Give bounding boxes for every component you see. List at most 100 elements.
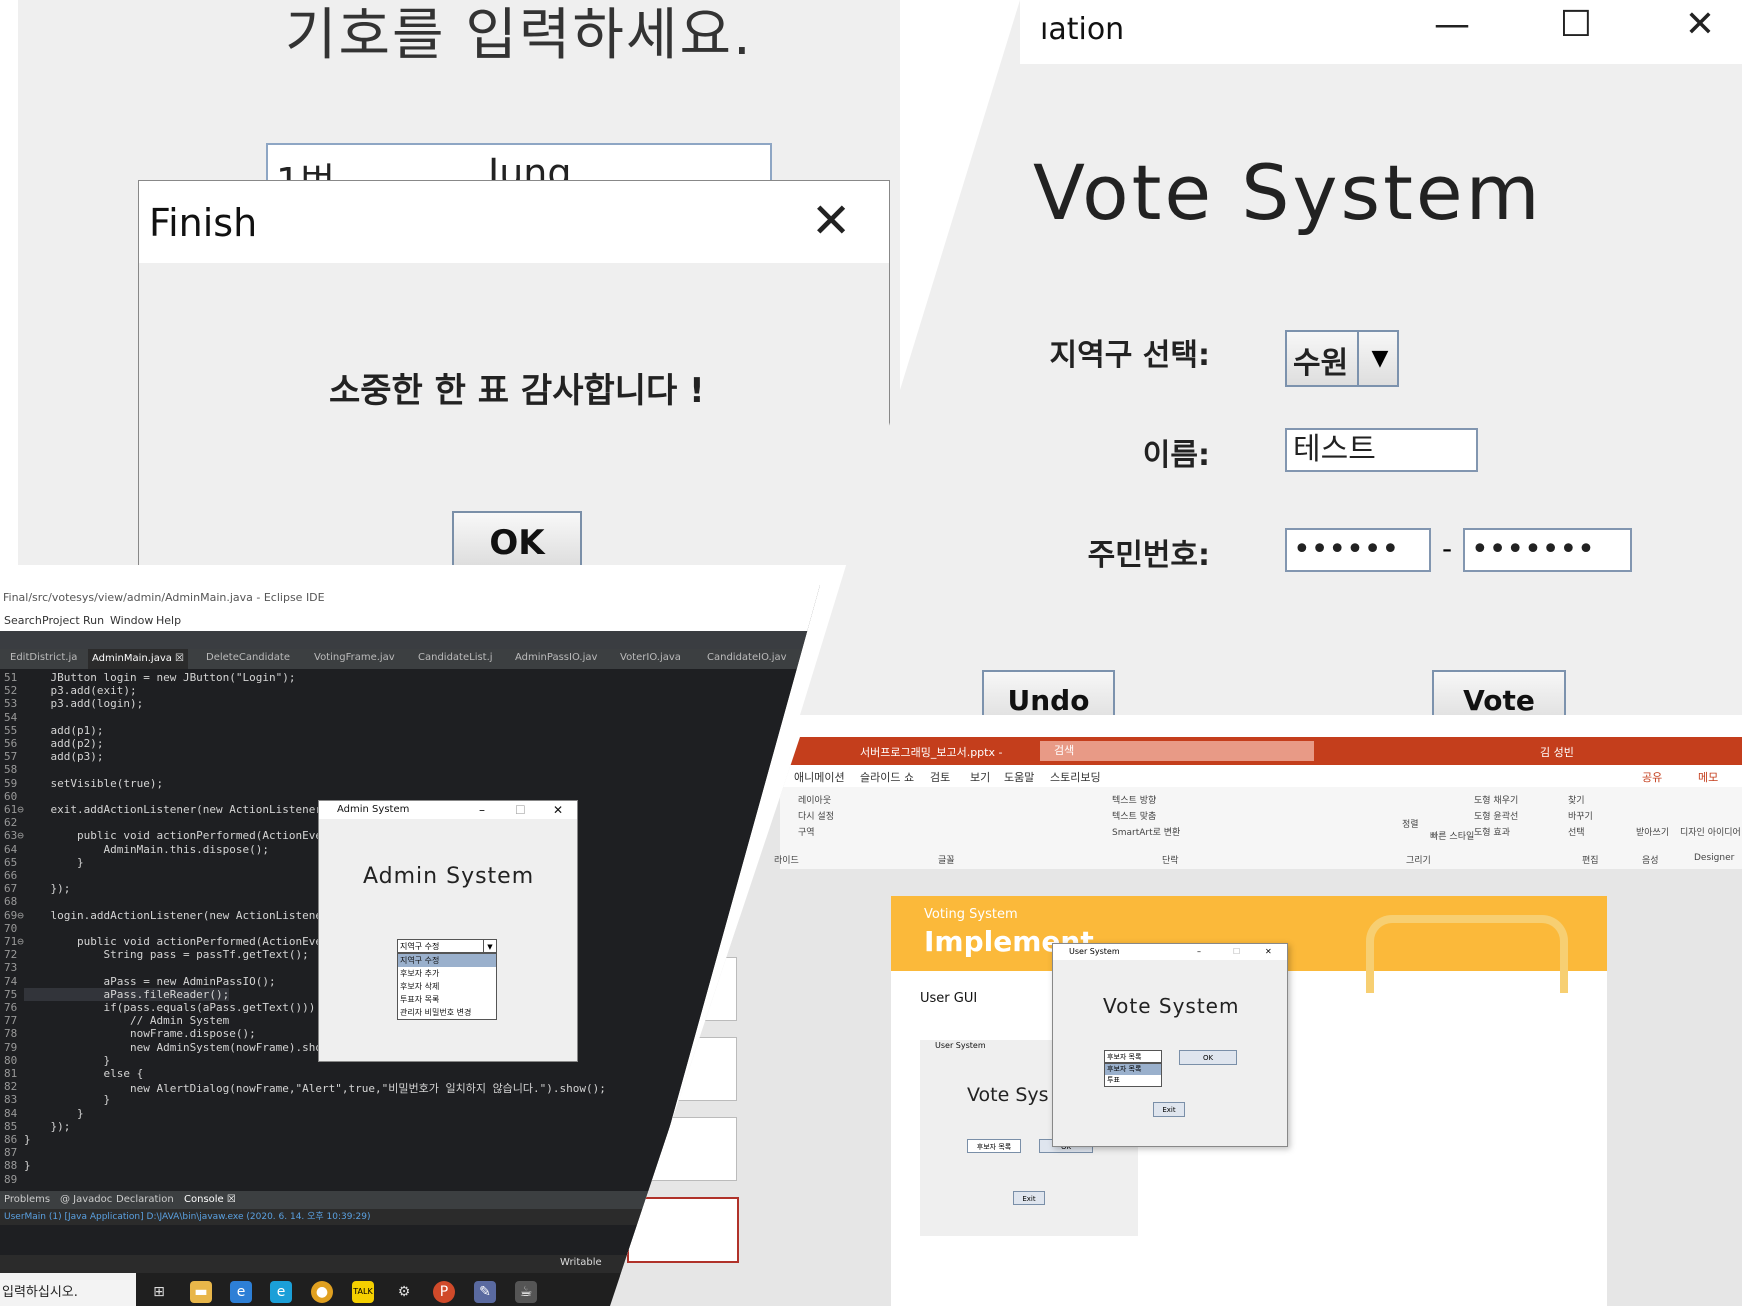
share-button[interactable]: 공유: [1642, 769, 1662, 785]
settings-icon[interactable]: ⚙: [393, 1281, 415, 1303]
vertical-scrollbar[interactable]: [1730, 869, 1742, 1306]
ribbon-text-direction[interactable]: 텍스트 방향: [1112, 793, 1156, 806]
code-line[interactable]: setVisible(true);: [24, 777, 163, 790]
code-line[interactable]: if(pass.equals(aPass.getText())): [24, 1001, 315, 1014]
tab-candidateio[interactable]: CandidateIO.jav: [707, 652, 787, 663]
code-line[interactable]: AdminMain.this.dispose();: [24, 843, 269, 856]
ribbon-shape-outline[interactable]: 도형 윤곽선: [1474, 809, 1518, 822]
code-line[interactable]: }: [24, 856, 84, 869]
tab-animation[interactable]: 애니메이션: [794, 769, 845, 785]
ribbon-find[interactable]: 찾기: [1568, 793, 1585, 806]
tab-adminmain[interactable]: AdminMain.java ☒: [88, 649, 189, 669]
undo-button[interactable]: Undo: [982, 670, 1115, 715]
close-icon[interactable]: ✕: [811, 193, 851, 249]
ribbon-replace[interactable]: 바꾸기: [1568, 809, 1593, 822]
code-line[interactable]: JButton login = new JButton("Login");: [24, 671, 295, 684]
tab-slideshow[interactable]: 슬라이드 쇼: [860, 769, 914, 785]
rrn-front-field[interactable]: ••••••: [1285, 528, 1431, 572]
close-icon[interactable]: ✕: [1670, 4, 1730, 45]
ribbon-quick-style[interactable]: 빠른 스타일: [1430, 829, 1474, 842]
close-icon[interactable]: ✕: [553, 801, 563, 819]
code-line[interactable]: p3.add(exit);: [24, 684, 136, 697]
code-line[interactable]: add(p2);: [24, 737, 103, 750]
tab-voterio[interactable]: VoterIO.java: [620, 652, 681, 663]
code-line[interactable]: });: [24, 882, 70, 895]
tab-storyboard[interactable]: 스토리보딩: [1050, 769, 1101, 785]
admin-option[interactable]: 관리자 비밀번호 변경: [398, 1006, 496, 1019]
vote-window-select[interactable]: 후보자 목록: [1104, 1050, 1162, 1063]
minimize-icon[interactable]: –: [479, 801, 485, 819]
ribbon-dictate[interactable]: 받아쓰기: [1636, 825, 1669, 838]
taskbar-search[interactable]: 입력하십시오.: [0, 1273, 136, 1306]
vote-window-options[interactable]: 후보자 목록 투표: [1104, 1063, 1162, 1087]
vote-window-exit[interactable]: Exit: [1153, 1102, 1185, 1117]
menu-search[interactable]: Search: [4, 614, 42, 627]
code-line[interactable]: login.addActionListener(new ActionListen…: [24, 909, 322, 922]
code-line[interactable]: public void actionPerformed(ActionEve: [24, 935, 322, 948]
code-line[interactable]: else {: [24, 1067, 143, 1080]
code-line[interactable]: }: [24, 1107, 84, 1120]
ribbon-design-ideas[interactable]: 디자인 아이디어: [1680, 825, 1741, 838]
ribbon-arrange[interactable]: 정렬: [1402, 817, 1419, 830]
maximize-icon[interactable]: ☐: [1546, 4, 1606, 45]
code-line[interactable]: add(p3);: [24, 750, 103, 763]
slide-thumbnail-selected[interactable]: [627, 1197, 739, 1263]
admin-options-list[interactable]: 지역구 수정 후보자 추가 후보자 삭제 투표자 목록 관리자 비밀번호 변경: [397, 953, 497, 1020]
tab-candidatelist[interactable]: CandidateList.j: [418, 652, 493, 663]
minimize-icon[interactable]: —: [1422, 4, 1482, 45]
tab-view[interactable]: 보기: [970, 769, 990, 785]
code-line[interactable]: add(p1);: [24, 724, 103, 737]
name-field[interactable]: 테스트: [1285, 428, 1478, 472]
vote-window-ok[interactable]: OK: [1179, 1050, 1237, 1065]
chevron-down-icon[interactable]: ▼: [483, 940, 496, 952]
close-icon[interactable]: ✕: [1265, 944, 1272, 960]
tab-editdistrict[interactable]: EditDistrict.ja: [10, 652, 77, 663]
code-line[interactable]: }: [24, 1159, 31, 1172]
ppt-search[interactable]: 검색: [1040, 741, 1314, 761]
ribbon-layout[interactable]: 레이아웃: [798, 793, 831, 806]
admin-option[interactable]: 투표자 목록: [398, 993, 496, 1006]
menu-project[interactable]: Project: [42, 614, 80, 627]
memo-button[interactable]: 메모: [1698, 769, 1718, 785]
tab-problems[interactable]: Problems: [4, 1194, 50, 1205]
code-line[interactable]: exit.addActionListener(new ActionListene…: [24, 803, 322, 816]
ribbon-section[interactable]: 구역: [798, 825, 815, 838]
tab-votingframe[interactable]: VotingFrame.jav: [314, 652, 395, 663]
code-line[interactable]: new AlertDialog(nowFrame,"Alert",true,"비…: [24, 1080, 606, 1096]
ribbon-reset[interactable]: 다시 설정: [798, 809, 834, 822]
code-line[interactable]: p3.add(login);: [24, 697, 143, 710]
code-line[interactable]: }: [24, 1054, 110, 1067]
code-line[interactable]: aPass.fileReader();: [24, 987, 230, 1001]
code-line[interactable]: }: [24, 1133, 31, 1146]
minimize-icon[interactable]: –: [1197, 944, 1201, 960]
code-line[interactable]: new AdminSystem(nowFrame).sho: [24, 1041, 322, 1054]
ribbon-shape-effects[interactable]: 도형 효과: [1474, 825, 1510, 838]
menu-run[interactable]: Run: [83, 614, 104, 627]
admin-option[interactable]: 후보자 삭제: [398, 980, 496, 993]
chrome-icon[interactable]: ●: [311, 1281, 333, 1303]
powerpoint-icon[interactable]: P: [433, 1281, 455, 1303]
admin-option[interactable]: 지역구 수정: [398, 954, 496, 967]
paint-icon[interactable]: ✎: [474, 1281, 496, 1303]
ribbon-select[interactable]: 선택: [1568, 825, 1585, 838]
admin-menu-select[interactable]: 지역구 수정 ▼: [397, 939, 497, 953]
ribbon-shape-fill[interactable]: 도형 채우기: [1474, 793, 1518, 806]
ribbon-text-align[interactable]: 텍스트 맞춤: [1112, 809, 1156, 822]
edge-icon[interactable]: e: [270, 1281, 292, 1303]
kakaotalk-icon[interactable]: TALK: [352, 1281, 374, 1303]
option-vote[interactable]: 투표: [1105, 1075, 1161, 1086]
option-candidate-list[interactable]: 후보자 목록: [1105, 1064, 1161, 1075]
menu-help[interactable]: Help: [156, 614, 181, 627]
task-view-icon[interactable]: ⊞: [148, 1281, 170, 1303]
tab-help[interactable]: 도움말: [1004, 769, 1034, 785]
admin-option[interactable]: 후보자 추가: [398, 967, 496, 980]
menu-window[interactable]: Window: [110, 614, 153, 627]
code-line[interactable]: // Admin System: [24, 1014, 229, 1027]
ie-icon[interactable]: e: [230, 1281, 252, 1303]
tab-console[interactable]: Console ☒: [184, 1194, 236, 1205]
code-line[interactable]: aPass = new AdminPassIO();: [24, 975, 275, 988]
code-line[interactable]: }: [24, 1093, 110, 1106]
tab-adminpassio[interactable]: AdminPassIO.jav: [515, 652, 597, 663]
district-select[interactable]: 수원 ▼: [1285, 330, 1399, 387]
maximize-icon[interactable]: ☐: [515, 801, 526, 819]
